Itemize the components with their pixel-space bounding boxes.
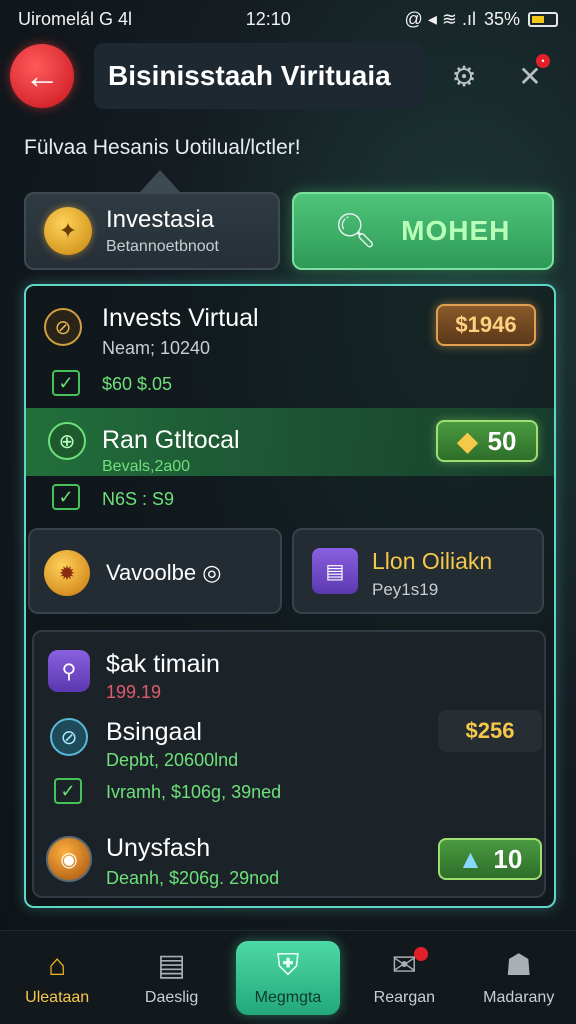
clock: 12:10: [245, 8, 291, 29]
profile-name: Investasia: [106, 206, 215, 233]
magnifier-icon: 🔍︎: [334, 212, 378, 250]
tools-button[interactable]: ✕ •: [504, 50, 556, 102]
lion-title: Llon Oiliakn: [372, 548, 493, 574]
nav-center-label: Megmgta: [254, 988, 322, 1006]
ran-checkbox[interactable]: ✓: [52, 484, 80, 510]
invests-subtitle: Neam; 10240: [102, 338, 211, 358]
flask-icon: ▲: [457, 843, 484, 874]
ran-check-text: N6S : S9: [102, 489, 175, 509]
carrier-label: Uiromelál G 4l: [18, 8, 133, 29]
home-icon: ⌂: [48, 948, 67, 982]
battery-icon: [527, 11, 558, 27]
diamond-icon: ◆: [457, 425, 478, 456]
list-item-2-price[interactable]: $256: [438, 710, 542, 752]
search-button[interactable]: 🔍︎ MOHEH: [292, 192, 554, 270]
lion-subtitle: Pey1s19: [372, 580, 439, 599]
list-item-4-value: 10: [493, 843, 523, 874]
nav-home-label: Uleataan: [25, 988, 90, 1006]
badge-gear-icon: ✹: [44, 550, 90, 596]
invests-price-badge[interactable]: $1946: [436, 304, 536, 346]
nav-center-action[interactable]: ⛨ Megmgta: [235, 940, 340, 1015]
page-title: Bisinisstaah Virituaia: [94, 43, 424, 109]
notification-badge: •: [536, 54, 550, 68]
target-icon: ⊘: [44, 308, 82, 346]
nav-documents[interactable]: ▤ Daeslig: [122, 941, 222, 1015]
nav-profile-label: Madarany: [483, 989, 555, 1006]
ran-score-value: 50: [487, 425, 517, 456]
lion-card[interactable]: ▤ Llon Oiliakn Pey1s19: [292, 528, 544, 614]
nav-documents-label: Daeslig: [144, 989, 199, 1006]
list-item-1-subtitle: 199.19: [106, 682, 162, 702]
list-item-3-subtitle: Ivramh, $106g, 39ned: [106, 782, 282, 802]
back-button[interactable]: ←: [10, 44, 74, 108]
nav-notification-dot: [414, 946, 429, 961]
settings-button[interactable]: ⚙: [438, 50, 490, 102]
tooltip-pointer: [140, 170, 180, 192]
shield-coin-icon: ◉: [46, 836, 92, 882]
investments-panel: ⊘ Invests Virtual Neam; 10240 ✓ $60 $.05…: [24, 284, 556, 908]
profile-subtitle: Betannoetbnoot: [106, 238, 219, 255]
invests-title: Invests Virtual: [102, 304, 259, 332]
nav-profile[interactable]: ☗ Madarany: [469, 941, 569, 1015]
vavoolbe-card[interactable]: ✹ Vavoolbe ◎: [28, 528, 282, 614]
page-subtitle: Fülvaa Hesanis Uotilual/lctler!: [24, 136, 301, 159]
nav-messages-label: Reargan: [373, 989, 436, 1006]
invests-checkbox[interactable]: ✓: [52, 370, 80, 396]
ran-subtitle: Bevals,2a00: [102, 458, 191, 475]
status-bar: Uiromelál G 4l 12:10 @ ◂ ≋ .ıl 35%: [0, 0, 576, 38]
document-icon: ▤: [157, 949, 186, 982]
shield-check-icon: ⛨: [276, 948, 300, 982]
globe-icon: ⊕: [48, 422, 86, 460]
transactions-list: ⚲ $ak timain 199.19 ⊘ Bsingaal Depbt, 20…: [32, 630, 546, 898]
list-item-2-title: Bsingaal: [106, 718, 202, 746]
nav-messages[interactable]: ✉ Reargan: [354, 941, 454, 1015]
invests-check-text: $60 $.05: [102, 374, 173, 394]
gear-icon: ⚙: [451, 60, 477, 92]
compass-icon: ⊘: [50, 718, 88, 756]
location-pin-icon: ⚲: [48, 650, 90, 692]
battery-percent: 35%: [483, 8, 520, 29]
mail-icon: ✉: [391, 949, 417, 982]
ran-title: Ran Gtltocal: [102, 426, 240, 454]
profile-icon: ☗: [505, 949, 533, 982]
list-item-4-badge[interactable]: ▲ 10: [438, 838, 542, 880]
status-icons: @ ◂ ≋ .ıl 35%: [405, 9, 558, 30]
nav-home[interactable]: ⌂ Uleataan: [7, 941, 107, 1015]
search-button-label: MOHEH: [401, 215, 511, 246]
arrow-left-icon: ←: [24, 55, 60, 96]
signal-icons: @ ◂ ≋ .ıl: [404, 8, 476, 29]
app-header: ← Bisinisstaah Virituaia ⚙ ✕ •: [10, 40, 566, 112]
bottom-nav: ⌂ Uleataan ▤ Daeslig ⛨ Megmgta ✉ Reargan…: [0, 930, 576, 1024]
vavoolbe-label: Vavoolbe ◎: [106, 560, 222, 585]
map-icon: ▤: [312, 548, 358, 594]
ran-score-badge[interactable]: ◆ 50: [436, 420, 538, 462]
profile-card[interactable]: ✦ Investasia Betannoetbnoot: [24, 192, 280, 270]
list-item-3-checkbox[interactable]: ✓: [54, 778, 82, 804]
list-item-4-subtitle: Deanh, $206g. 29nod: [106, 868, 280, 888]
list-item-2-subtitle: Depbt, 20600lnd: [106, 750, 239, 770]
coin-icon: ✦: [44, 207, 92, 255]
list-item-1-title: $ak timain: [106, 650, 220, 678]
list-item-4-title: Unysfash: [106, 834, 211, 862]
